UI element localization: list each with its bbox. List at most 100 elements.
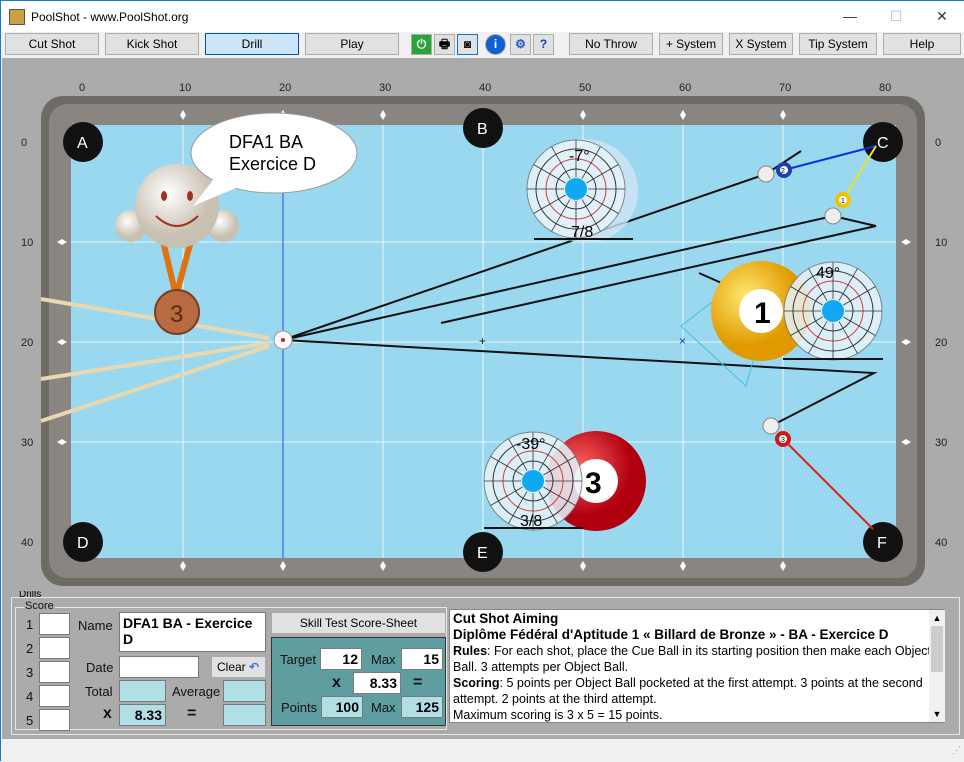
maximize-button[interactable]: ☐	[873, 1, 919, 32]
y-tick-label: 0	[21, 137, 27, 149]
info-icon[interactable]: i	[485, 34, 506, 55]
x-tick-label: 80	[879, 82, 891, 94]
window-title: PoolShot - www.PoolShot.org	[31, 9, 189, 24]
y-tick-label: 40	[935, 537, 947, 549]
score-row-label: 5	[26, 713, 34, 728]
average-field	[223, 680, 266, 702]
svg-text:Exercice D: Exercice D	[229, 154, 316, 174]
points-label: Points	[281, 700, 318, 715]
ghost-ball	[824, 207, 842, 225]
multiply-sign: x	[332, 674, 341, 691]
max-label: Max	[371, 700, 396, 715]
equals-sign: =	[413, 674, 423, 691]
drill-button[interactable]: Drill	[205, 33, 299, 55]
pocket-label: F	[877, 535, 887, 552]
kick-shot-button[interactable]: Kick Shot	[105, 33, 199, 55]
x-tick-label: 70	[779, 82, 791, 94]
undo-icon: ↶	[249, 660, 260, 674]
svg-text:DFA1 BA: DFA1 BA	[229, 132, 303, 152]
x-tick-label: 40	[479, 82, 491, 94]
x-system-button[interactable]: X System	[729, 33, 793, 55]
multiplier-field[interactable]: 8.33	[353, 672, 401, 694]
no-throw-lines-button[interactable]: No Throw Lines	[569, 33, 653, 71]
score-row-label: 4	[26, 689, 34, 704]
date-label: Date	[86, 660, 114, 675]
points-field: 100	[321, 696, 363, 718]
close-button[interactable]: ✕	[919, 1, 964, 32]
score-row-label: 3	[26, 665, 34, 680]
max-field[interactable]: 15	[401, 648, 443, 670]
total-field	[119, 680, 166, 702]
average-label: Average	[172, 684, 221, 699]
score-field-5[interactable]	[39, 709, 70, 731]
rules-text: : For each shot, place the Cue Ball in i…	[453, 644, 932, 674]
ball-1[interactable]: 1	[835, 192, 851, 208]
y-tick-label: 30	[21, 437, 33, 449]
ball-3[interactable]: 3	[775, 431, 791, 447]
power-icon[interactable]: ⏻	[411, 34, 432, 55]
title-bar: PoolShot - www.PoolShot.org — ☐ ✕	[1, 1, 964, 32]
clear-button[interactable]: Clear ↶	[212, 657, 265, 677]
svg-text:2: 2	[781, 168, 785, 175]
cut-shot-button[interactable]: Cut Shot	[5, 33, 99, 55]
x-tick-label: 10	[179, 82, 191, 94]
ball-2[interactable]: 2	[776, 162, 792, 178]
total-label: Total	[85, 684, 113, 699]
pocket-label: A	[77, 135, 88, 152]
target-field[interactable]: 12	[320, 648, 362, 670]
max-label: Max	[371, 652, 396, 667]
scoring-label: Scoring	[453, 676, 500, 690]
y-tick-label: 10	[21, 237, 33, 249]
pocket-label: E	[477, 545, 488, 562]
multiplier-field: 8.33	[119, 704, 166, 726]
score-field-4[interactable]	[39, 685, 70, 707]
svg-text:-39°: -39°	[516, 436, 546, 453]
play-button[interactable]: Play	[305, 33, 399, 55]
pocket-label: B	[477, 121, 488, 138]
y-tick-label: 30	[935, 437, 947, 449]
gear-icon[interactable]: ⚙	[510, 34, 531, 55]
y-tick-label: 20	[21, 337, 33, 349]
scoring-text: : 5 points per Object Ball pocketed at t…	[453, 676, 923, 706]
svg-text:7/8: 7/8	[571, 224, 593, 241]
drill-description[interactable]: Cut Shot Aiming Diplôme Fédéral d'Aptitu…	[449, 609, 945, 723]
minimize-button[interactable]: —	[827, 1, 873, 32]
result-field	[223, 704, 266, 726]
score-field-2[interactable]	[39, 637, 70, 659]
svg-text:3: 3	[781, 437, 785, 444]
resize-grip-icon[interactable]: ⋰	[952, 745, 961, 756]
x-tick-label: 20	[279, 82, 291, 94]
name-field[interactable]: DFA1 BA - Exercice D	[119, 612, 266, 652]
score-row-label: 2	[26, 641, 34, 656]
plus-system-button[interactable]: + System	[659, 33, 723, 55]
svg-text:+: +	[479, 334, 486, 348]
x-tick-label: 0	[79, 82, 85, 94]
description-scrollbar[interactable]: ▲ ▼	[929, 610, 945, 722]
camera-icon[interactable]: ◙	[457, 34, 478, 55]
description-subtitle: Diplôme Fédéral d'Aptitude 1 « Billard d…	[453, 627, 889, 642]
multiply-sign: x	[103, 705, 112, 722]
svg-text:3: 3	[170, 301, 183, 328]
tip-system-button[interactable]: Tip System	[799, 33, 877, 55]
skill-test-score-sheet-button[interactable]: Skill Test Score-Sheet	[272, 613, 445, 633]
pool-table[interactable]: A B C D E F 0 10 20 30 40 50 60 70 80 0 0 10 10 20 20 30 30 40…	[2, 58, 964, 591]
print-icon[interactable]: 🖶	[434, 34, 455, 55]
y-tick-label: 10	[935, 237, 947, 249]
pocket-label: D	[77, 535, 89, 552]
help-document-icon[interactable]: ?	[533, 34, 554, 55]
x-tick-label: 50	[579, 82, 591, 94]
help-button[interactable]: Help	[883, 33, 961, 55]
target-label: Target	[280, 652, 317, 667]
name-label: Name	[78, 618, 113, 633]
points-max-field: 125	[401, 696, 443, 718]
date-field[interactable]	[119, 656, 199, 678]
score-field-3[interactable]	[39, 661, 70, 683]
description-title: Cut Shot Aiming	[453, 611, 559, 626]
score-field-1[interactable]	[39, 613, 70, 635]
table-area[interactable]: A B C D E F 0 10 20 30 40 50 60 70 80 0 0 10 10 20 20 30 30 40…	[2, 58, 964, 591]
svg-text:×: ×	[679, 334, 686, 348]
ghost-ball	[757, 165, 775, 183]
equals-sign: =	[187, 705, 197, 722]
svg-text:3/8: 3/8	[520, 513, 542, 530]
status-bar: ⋰	[1, 739, 964, 762]
